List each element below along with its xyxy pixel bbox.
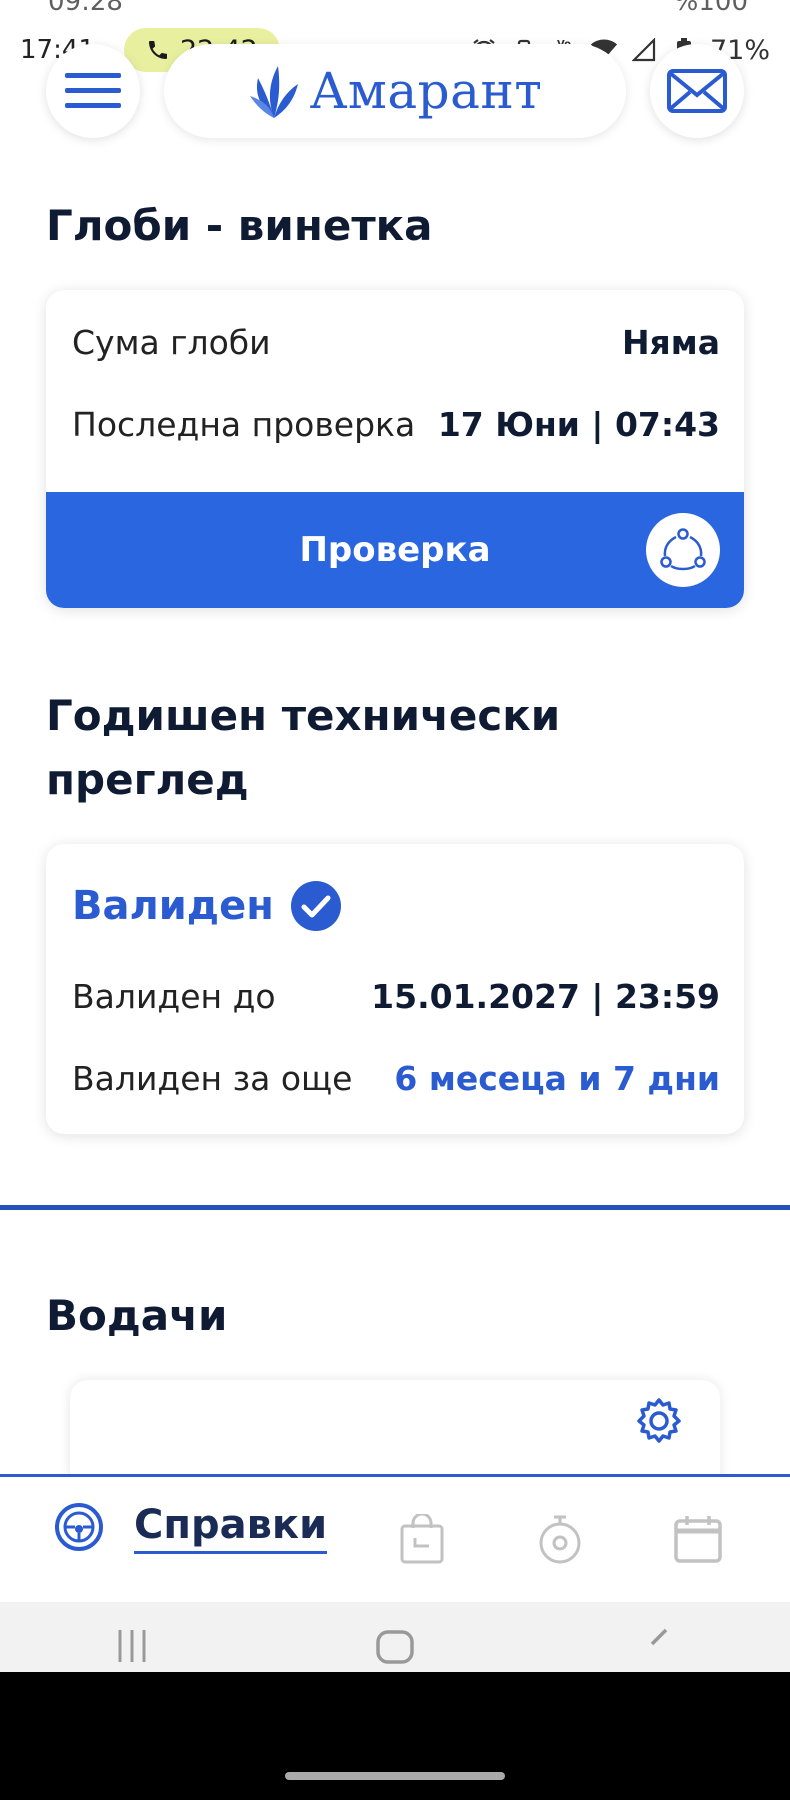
check-circle-icon	[290, 881, 341, 931]
inspection-status-text: Валиден	[72, 883, 274, 929]
nav-active-label: Справки	[134, 1499, 328, 1554]
refresh-icon	[646, 513, 720, 587]
stopwatch-icon	[539, 1515, 581, 1564]
phone-icon	[149, 41, 167, 59]
inspection-card: Валиден Валиден до 15.01.2027 | 23:59 Ва…	[46, 844, 744, 1134]
bottom-navigation: Справки	[0, 1474, 790, 1602]
last-check-row: Последна проверка 17 Юни | 07:43	[72, 396, 720, 452]
fines-card: Сума глоби Няма Последна проверка 17 Юни…	[46, 290, 744, 608]
fines-sum-row: Сума глоби Няма	[72, 314, 720, 370]
fines-sum-label: Сума глоби	[72, 322, 271, 362]
valid-for-row: Валиден за още 6 месеца и 7 дни	[72, 1050, 720, 1106]
inspection-status: Валиден	[72, 880, 342, 932]
logo-text: Амарант	[309, 62, 543, 120]
driver-settings-button[interactable]	[634, 1396, 684, 1450]
ghost-battery: %100	[673, 0, 748, 17]
valid-until-value: 15.01.2027 | 23:59	[371, 976, 720, 1016]
brand-logo: Амарант	[164, 44, 626, 138]
last-check-value: 17 Юни | 07:43	[437, 404, 720, 444]
valid-for-label: Валиден за още	[72, 1058, 353, 1098]
section-divider	[0, 1205, 790, 1210]
nav-item-inquiries[interactable]: Справки	[54, 1499, 328, 1554]
nav-item-timer[interactable]	[534, 1513, 586, 1565]
drivers-section-title: Водачи	[46, 1291, 228, 1340]
recent-apps-icon[interactable]	[112, 1624, 152, 1668]
valid-for-value: 6 месеца и 7 дни	[394, 1058, 720, 1098]
nav-item-shop[interactable]	[396, 1513, 448, 1565]
ghost-time: 09:28	[48, 0, 123, 17]
driver-card[interactable]	[70, 1380, 720, 1480]
fines-section-title: Глоби - винетка	[46, 201, 433, 250]
nav-item-calendar[interactable]	[672, 1513, 724, 1565]
ghost-status-icons: %100	[674, 0, 748, 17]
back-arrow-icon[interactable]	[638, 1624, 678, 1668]
hamburger-icon	[65, 73, 121, 108]
status-bar-ghost: 09:28 %100	[48, 0, 748, 17]
fines-sum-value: Няма	[621, 322, 720, 362]
shopping-bag-icon	[400, 1514, 444, 1564]
calendar-icon	[674, 1516, 722, 1563]
last-check-label: Последна проверка	[72, 404, 416, 444]
valid-until-label: Валиден до	[72, 976, 276, 1016]
envelope-icon	[667, 69, 727, 113]
inspection-section-title: Годишен технически преглед	[46, 691, 561, 804]
messages-button[interactable]	[650, 44, 744, 138]
amaranth-flower-icon	[249, 66, 298, 118]
gear-icon	[637, 1398, 681, 1443]
letterbox-area	[0, 1672, 790, 1800]
home-button-icon[interactable]	[375, 1624, 415, 1668]
check-fines-button[interactable]: Проверка	[46, 492, 744, 608]
home-indicator[interactable]	[285, 1772, 505, 1780]
steering-wheel-icon	[55, 1502, 103, 1551]
valid-until-row: Валиден до 15.01.2027 | 23:59	[72, 968, 720, 1024]
signal-icon	[630, 36, 658, 64]
menu-button[interactable]	[46, 44, 140, 138]
system-navigation-bar	[0, 1602, 790, 1672]
check-button-label: Проверка	[299, 530, 491, 570]
